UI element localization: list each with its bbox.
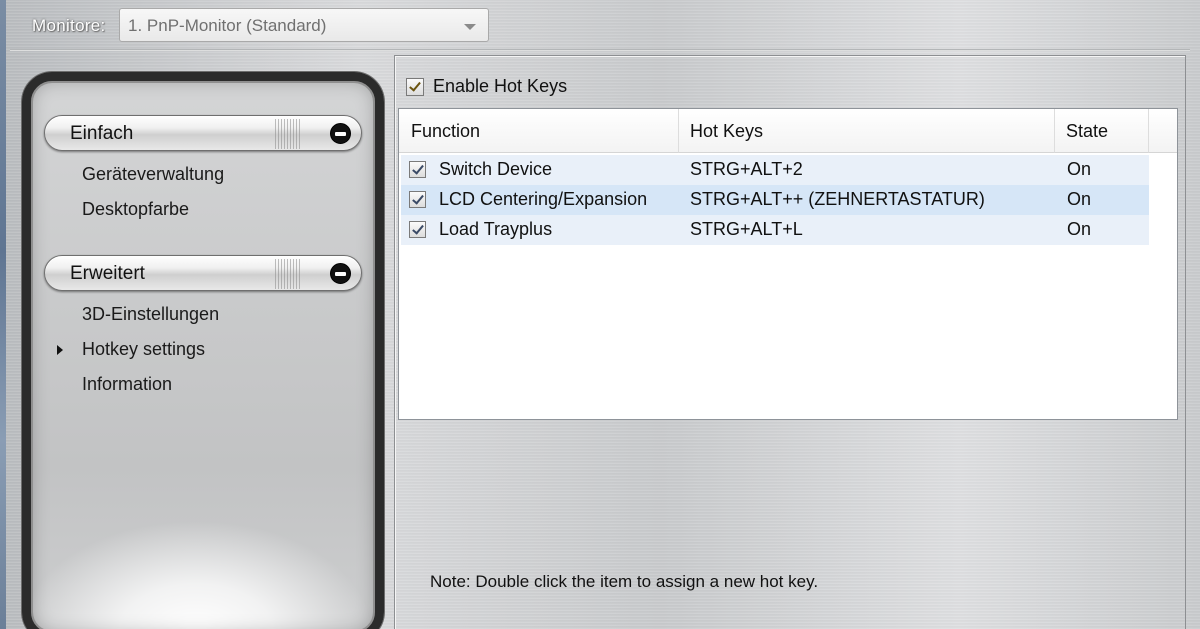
table-row[interactable]: Load Trayplus STRG+ALT+L On — [401, 215, 1149, 245]
nav-item-hotkey-settings[interactable]: Hotkey settings — [82, 339, 205, 360]
checkmark-icon — [412, 222, 424, 235]
monitor-dropdown[interactable]: 1. PnP-Monitor (Standard) — [119, 8, 489, 42]
enable-hotkeys-checkbox[interactable] — [406, 78, 424, 96]
row-state: On — [1067, 219, 1092, 239]
monitor-label: Monitore: — [32, 16, 106, 35]
nav-item-3d-einstellungen[interactable]: 3D-Einstellungen — [82, 304, 219, 325]
row-hotkeys: STRG+ALT+2 — [690, 159, 803, 179]
collapse-icon[interactable] — [330, 123, 351, 144]
grip-icon — [275, 259, 301, 289]
hotkey-note: Note: Double click the item to assign a … — [430, 572, 819, 591]
row-function: Switch Device — [439, 159, 553, 179]
checkmark-icon — [412, 192, 424, 205]
nav-section-title: Erweitert — [70, 263, 145, 284]
nav-section-title: Einfach — [70, 123, 134, 144]
row-hotkeys: STRG+ALT+L — [690, 219, 803, 239]
row-state: On — [1067, 159, 1092, 179]
nav-item-desktopfarbe[interactable]: Desktopfarbe — [82, 199, 189, 220]
row-checkbox[interactable] — [409, 161, 426, 178]
active-item-arrow-icon — [57, 345, 63, 355]
top-divider — [10, 49, 1190, 51]
column-header-function[interactable]: Function — [399, 109, 679, 153]
checkmark-icon — [412, 162, 424, 175]
column-header-state[interactable]: State — [1055, 109, 1149, 153]
monitor-dropdown-value: 1. PnP-Monitor (Standard) — [128, 16, 327, 35]
nav-section-einfach[interactable]: Einfach — [44, 115, 362, 151]
table-row[interactable]: Switch Device STRG+ALT+2 On — [401, 155, 1149, 185]
row-state: On — [1067, 189, 1092, 209]
row-function: Load Trayplus — [439, 219, 553, 239]
row-function: LCD Centering/Expansion — [439, 189, 648, 209]
enable-hotkeys-label[interactable]: Enable Hot Keys — [433, 76, 567, 97]
checkmark-icon — [409, 79, 421, 92]
row-checkbox[interactable] — [409, 221, 426, 238]
collapse-icon[interactable] — [330, 263, 351, 284]
column-header-filler — [1149, 109, 1177, 153]
table-row[interactable]: LCD Centering/Expansion STRG+ALT++ (ZEHN… — [401, 185, 1149, 215]
column-header-hotkeys[interactable]: Hot Keys — [679, 109, 1055, 153]
grip-icon — [275, 119, 301, 149]
desktop-edge — [0, 0, 6, 629]
nav-item-geraeteverwaltung[interactable]: Geräteverwaltung — [82, 164, 224, 185]
row-hotkeys: STRG+ALT++ (ZEHNERTASTATUR) — [690, 189, 985, 209]
chevron-down-icon[interactable] — [464, 24, 476, 30]
nav-item-information[interactable]: Information — [82, 374, 172, 395]
row-checkbox[interactable] — [409, 191, 426, 208]
hotkeys-table: Function Hot Keys State Switch Device ST… — [398, 108, 1178, 420]
nav-section-erweitert[interactable]: Erweitert — [44, 255, 362, 291]
